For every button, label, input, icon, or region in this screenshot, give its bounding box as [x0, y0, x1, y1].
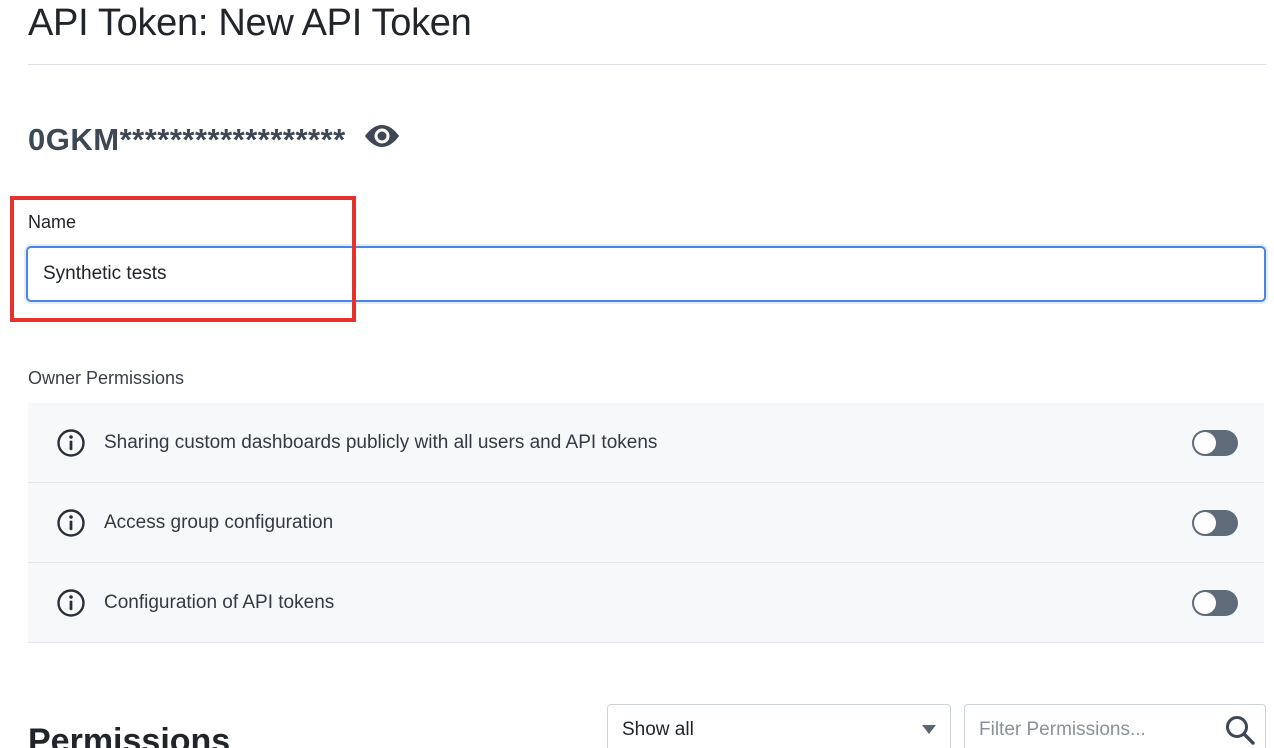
search-icon[interactable]	[1224, 714, 1256, 746]
select-value: Show all	[622, 719, 694, 740]
owner-permission-row: Access group configuration	[28, 483, 1264, 563]
toggle-knob	[1194, 431, 1216, 454]
token-display: 0GKM******************	[28, 118, 402, 162]
owner-permission-label: Sharing custom dashboards publicly with …	[104, 431, 658, 453]
permissions-filter-box	[964, 704, 1266, 748]
toggle-knob	[1194, 591, 1216, 614]
info-icon[interactable]	[56, 508, 86, 538]
info-icon[interactable]	[56, 588, 86, 618]
eye-icon[interactable]	[362, 122, 402, 150]
name-input[interactable]	[26, 246, 1266, 302]
title-divider	[28, 64, 1266, 65]
owner-permission-row: Configuration of API tokens	[28, 563, 1264, 643]
owner-permission-row: Sharing custom dashboards publicly with …	[28, 403, 1264, 483]
owner-permissions-list: Sharing custom dashboards publicly with …	[28, 403, 1264, 643]
permissions-filter-select[interactable]: Show all	[607, 704, 951, 748]
owner-permission-toggle[interactable]	[1192, 429, 1238, 456]
caret-down-icon	[922, 724, 936, 734]
owner-permission-label: Access group configuration	[104, 511, 334, 533]
masked-token-value: 0GKM******************	[28, 122, 346, 157]
api-token-page: API Token: New API Token 0GKM***********…	[0, 0, 1274, 748]
owner-permission-label: Configuration of API tokens	[104, 591, 335, 613]
toggle-knob	[1194, 511, 1216, 534]
owner-permission-toggle[interactable]	[1192, 589, 1238, 616]
filter-permissions-input[interactable]	[979, 719, 1224, 741]
page-title: API Token: New API Token	[28, 2, 472, 44]
name-label: Name	[28, 212, 77, 232]
owner-permissions-label: Owner Permissions	[28, 368, 185, 388]
info-icon[interactable]	[56, 428, 86, 458]
owner-permission-toggle[interactable]	[1192, 509, 1238, 536]
permissions-heading: Permissions	[28, 722, 231, 748]
